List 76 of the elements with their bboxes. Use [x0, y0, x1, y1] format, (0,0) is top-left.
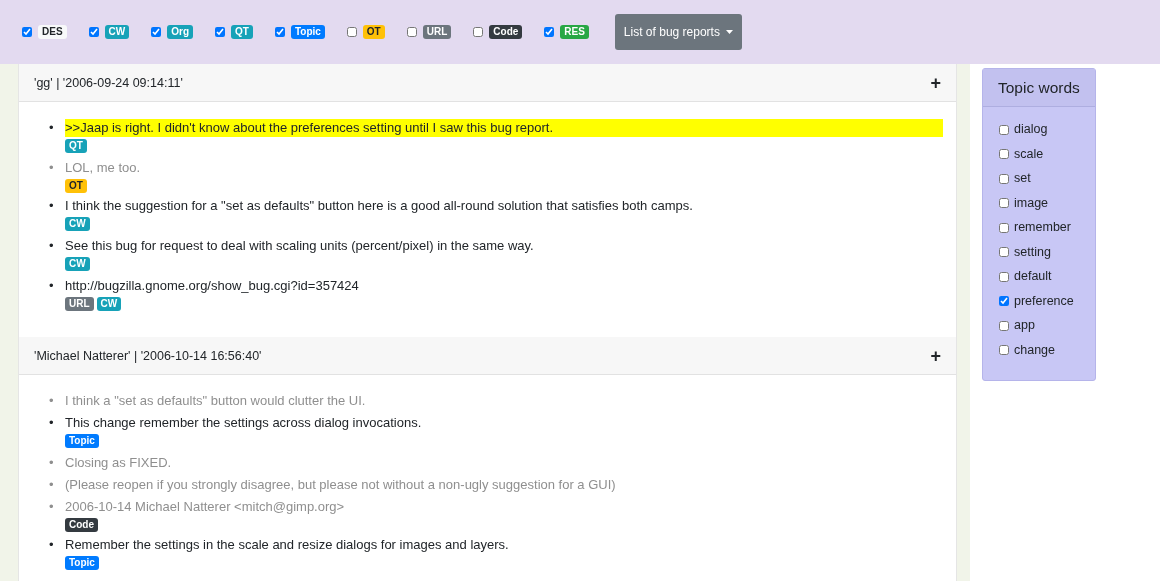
filter-checkbox[interactable]	[406, 27, 417, 37]
topic-word: scale	[1014, 145, 1044, 163]
filter-tag: DES	[38, 25, 67, 39]
bullet: •	[49, 197, 55, 215]
bullet: •	[49, 498, 55, 516]
sentence-text: (Please reopen if you strongly disagree, but please not without a non-ugly suggestion for a GUI)	[65, 476, 617, 494]
bullet: •	[49, 476, 55, 494]
topic-checkbox[interactable]	[999, 124, 1009, 135]
filter-checkbox[interactable]	[274, 27, 285, 37]
bullet: •	[49, 159, 55, 177]
caret-icon	[725, 30, 733, 34]
filter-checkbox[interactable]	[22, 27, 32, 37]
sentence-text: I think the suggestion for a "set as defaults" button here is a good all-round solution that satisfies both camps.	[65, 197, 694, 215]
sentence-tag: QT	[65, 139, 87, 153]
topic-word: default	[1014, 268, 1052, 285]
sentence-tag: URL	[65, 297, 94, 311]
topic-word: change	[1014, 341, 1055, 359]
topic-checkbox[interactable]	[999, 345, 1009, 356]
filter-checkbox[interactable]	[215, 27, 225, 37]
sentence-tag: OT	[65, 179, 87, 193]
topic-checkbox[interactable]	[999, 173, 1009, 184]
filter-checkbox[interactable]	[346, 27, 357, 37]
filter-checkbox[interactable]	[151, 27, 162, 37]
filter-tag: CW	[104, 25, 130, 39]
filter-tag: Topic	[290, 25, 325, 39]
filter-checkbox[interactable]	[473, 27, 484, 37]
comment-author-date: 'gg' | '2006-09-24 09:14:11'	[34, 75, 183, 90]
bug-reports-dropdown[interactable]: List of bug reports	[614, 14, 742, 50]
expand-button[interactable]: +	[930, 346, 941, 365]
sentence-text: See this bug for request to deal with scaling units (percent/pixel) in the same way.	[65, 237, 535, 255]
topic-checkbox[interactable]	[999, 271, 1009, 282]
topic-checkbox[interactable]	[999, 296, 1009, 307]
topic-word: image	[1014, 194, 1049, 212]
topic-word: dialog	[1014, 121, 1048, 138]
sentence-text: This change remember the settings across dialog invocations.	[65, 414, 423, 432]
sentence-text: Closing as FIXED.	[65, 454, 173, 472]
topic-word: app	[1014, 317, 1035, 334]
topic-word: remember	[1014, 219, 1071, 236]
filter-checkbox[interactable]	[544, 27, 555, 37]
topic-checkbox[interactable]	[999, 198, 1009, 209]
bullet: •	[49, 119, 55, 137]
filter-tag: RES	[560, 25, 589, 39]
filter-tag: OT	[362, 25, 385, 39]
sentence-tag: CW	[65, 257, 90, 271]
topic-checkbox[interactable]	[999, 222, 1009, 233]
expand-button[interactable]: +	[930, 73, 941, 92]
panel-title: Topic words	[998, 78, 1080, 97]
sentence-tag: Topic	[65, 556, 99, 570]
filter-tag: Org	[167, 25, 193, 39]
sentence-tag: Code	[65, 518, 98, 532]
bullet: •	[49, 414, 55, 432]
topic-checkbox[interactable]	[999, 320, 1009, 331]
sentence-tag: CW	[65, 217, 90, 231]
sentence-tag: CW	[96, 297, 122, 311]
filter-tag: Code	[489, 25, 523, 39]
bullet: •	[49, 237, 55, 255]
topic-word: preference	[1014, 292, 1074, 310]
bullet: •	[49, 454, 55, 472]
comment-author-date: 'Michael Natterer' | '2006-10-14 16:56:40'	[34, 348, 262, 363]
sentence-text: http://bugzilla.gnome.org/show_bug.cgi?id=357424	[65, 277, 360, 295]
topic-word: set	[1014, 170, 1031, 187]
sentence-text: >>Jaap is right. I didn't know about the preferences setting until I saw this bug report.	[65, 119, 943, 137]
sentence-text: 2006-10-14 Michael Natterer <mitch@gimp.org>	[65, 498, 346, 516]
topic-checkbox[interactable]	[999, 149, 1009, 160]
topic-word: setting	[1014, 243, 1051, 261]
bullet: •	[49, 277, 55, 295]
sentence-text: Remember the settings in the scale and resize dialogs for images and layers.	[65, 536, 510, 554]
sentence-text: I think a "set as defaults" button would clutter the UI.	[65, 392, 367, 410]
bullet: •	[49, 536, 55, 554]
filter-tag: QT	[231, 25, 253, 39]
bullet: •	[49, 392, 55, 410]
sentence-tag: Topic	[65, 434, 99, 448]
sentence-text: LOL, me too.	[65, 159, 142, 177]
filter-tag: URL	[422, 25, 452, 39]
topic-checkbox[interactable]	[999, 247, 1009, 258]
filter-checkbox[interactable]	[88, 27, 99, 37]
